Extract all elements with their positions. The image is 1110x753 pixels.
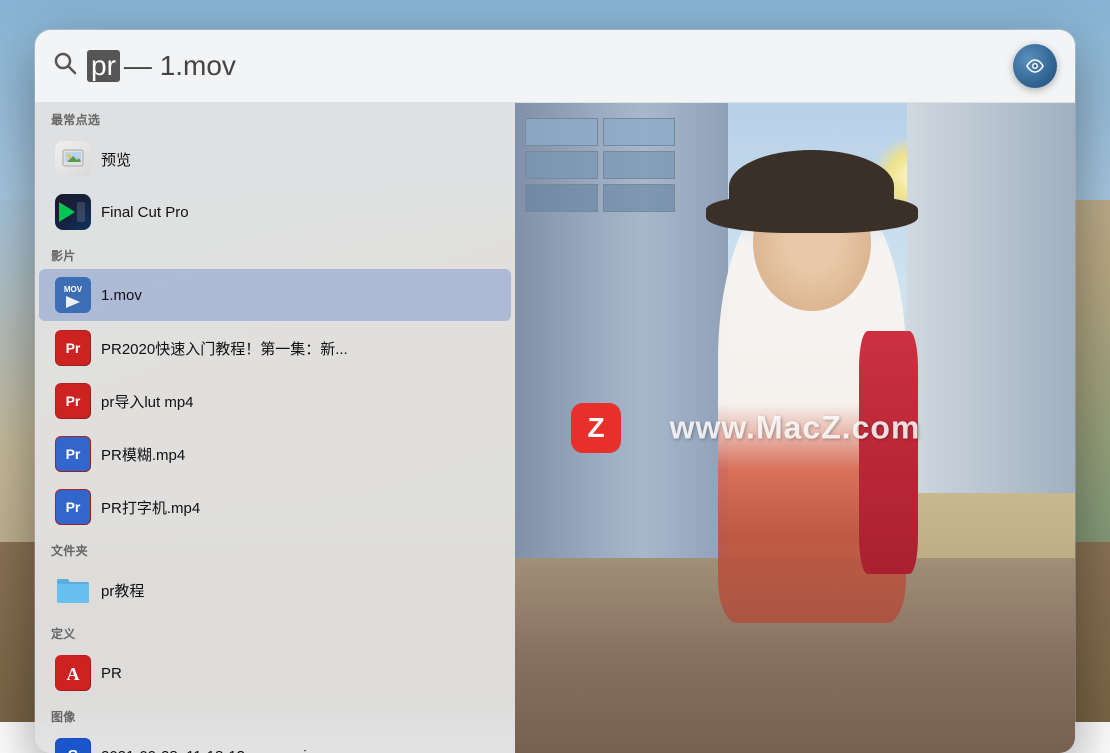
section-header-images: 图像 [35,700,515,729]
section-header-definitions: 定义 [35,617,515,646]
snag1-svg: S [56,739,90,753]
folder-svg [55,575,91,605]
search-query-rest: — 1.mov [124,50,236,82]
svg-text:Pr: Pr [66,499,81,515]
spotlight-main-content: 最常点选 预览 Final Cut Pro [35,103,1075,753]
svg-text:Pr: Pr [66,393,81,409]
search-bar: pr — 1.mov [35,30,1075,103]
result-pr2020[interactable]: Pr PR2020快速入门教程！第一集：新... [39,322,511,374]
pr-lut-svg: Pr [56,384,90,418]
result-snag1-label: 2021-09-28_11-18-13.snagproj [101,748,307,753]
result-pr-def-label: PR [101,665,122,682]
result-pr-blur-label: PR模糊.mp4 [101,444,185,465]
pr-blur-graphic: Pr [55,436,91,472]
result-pr-def[interactable]: A PR [39,647,511,699]
preview-svg-icon [61,147,85,171]
search-highlight: pr [87,50,120,82]
result-1mov-label: 1.mov [101,287,142,304]
pr-typing-svg: Pr [56,490,90,524]
photo-building-right [907,103,1075,493]
result-finalcutpro[interactable]: Final Cut Pro [39,186,511,238]
pr-lut-graphic: Pr [55,383,91,419]
section-header-movies: 影片 [35,239,515,268]
preview-app-icon [55,141,91,177]
spotlight-window: pr — 1.mov 最常点选 [35,30,1075,753]
pr-blur-icon: Pr [55,436,91,472]
mov-file-graphic: MOV [55,277,91,313]
result-pr-blur[interactable]: Pr PR模糊.mp4 [39,428,511,480]
result-pr-lut[interactable]: Pr pr导入lut mp4 [39,375,511,427]
pr-typing-icon: Pr [55,489,91,525]
search-svg [53,51,77,75]
folder-icon [55,572,91,608]
section-header-most-used: 最常点选 [35,103,515,132]
search-icon [53,51,77,81]
quicklook-button[interactable] [1013,44,1057,88]
result-preview-label: 预览 [101,149,131,170]
result-1mov[interactable]: MOV 1.mov [39,269,511,321]
pr-typing-graphic: Pr [55,489,91,525]
watermark-z-badge: Z [571,403,621,453]
result-finalcutpro-label: Final Cut Pro [101,204,189,221]
pr-blur-svg: Pr [56,437,90,471]
result-pr-typing-label: PR打字机.mp4 [101,497,200,518]
svg-text:Pr: Pr [66,446,81,462]
mov-icon: MOV [55,277,91,313]
svg-text:MOV: MOV [64,285,83,294]
svg-text:Pr: Pr [66,340,81,356]
pr-lut-icon: Pr [55,383,91,419]
result-pr-tutorial[interactable]: pr教程 [39,564,511,616]
pr2020-icon: Pr [55,330,91,366]
photo-person [694,136,929,624]
preview-photo: Z www.MacZ.com [515,103,1075,753]
photo-windows [515,103,685,227]
result-snag1[interactable]: S 2021-09-28_11-18-13.snagproj [39,730,511,753]
result-pr-tutorial-label: pr教程 [101,580,144,601]
result-pr-lut-label: pr导入lut mp4 [101,391,194,412]
section-header-folders: 文件夹 [35,534,515,563]
svg-text:S: S [68,748,79,753]
quicklook-icon [1024,55,1046,77]
finalcutpro-icon [55,194,91,230]
dict-svg: A [56,656,90,690]
pr2020-graphic: Pr [55,330,91,366]
fcp-icon-graphic [55,194,91,230]
dict-icon: A [55,655,91,691]
results-panel: 最常点选 预览 Final Cut Pro [35,103,515,753]
search-query-display[interactable]: pr — 1.mov [87,50,1013,82]
result-pr-typing[interactable]: Pr PR打字机.mp4 [39,481,511,533]
mov-svg: MOV [56,278,90,312]
result-pr2020-label: PR2020快速入门教程！第一集：新... [101,338,348,359]
result-preview[interactable]: 预览 [39,133,511,185]
pr2020-svg: Pr [56,331,90,365]
snag1-icon: S [55,738,91,753]
preview-panel: Z www.MacZ.com [515,103,1075,753]
svg-text:A: A [67,664,80,684]
